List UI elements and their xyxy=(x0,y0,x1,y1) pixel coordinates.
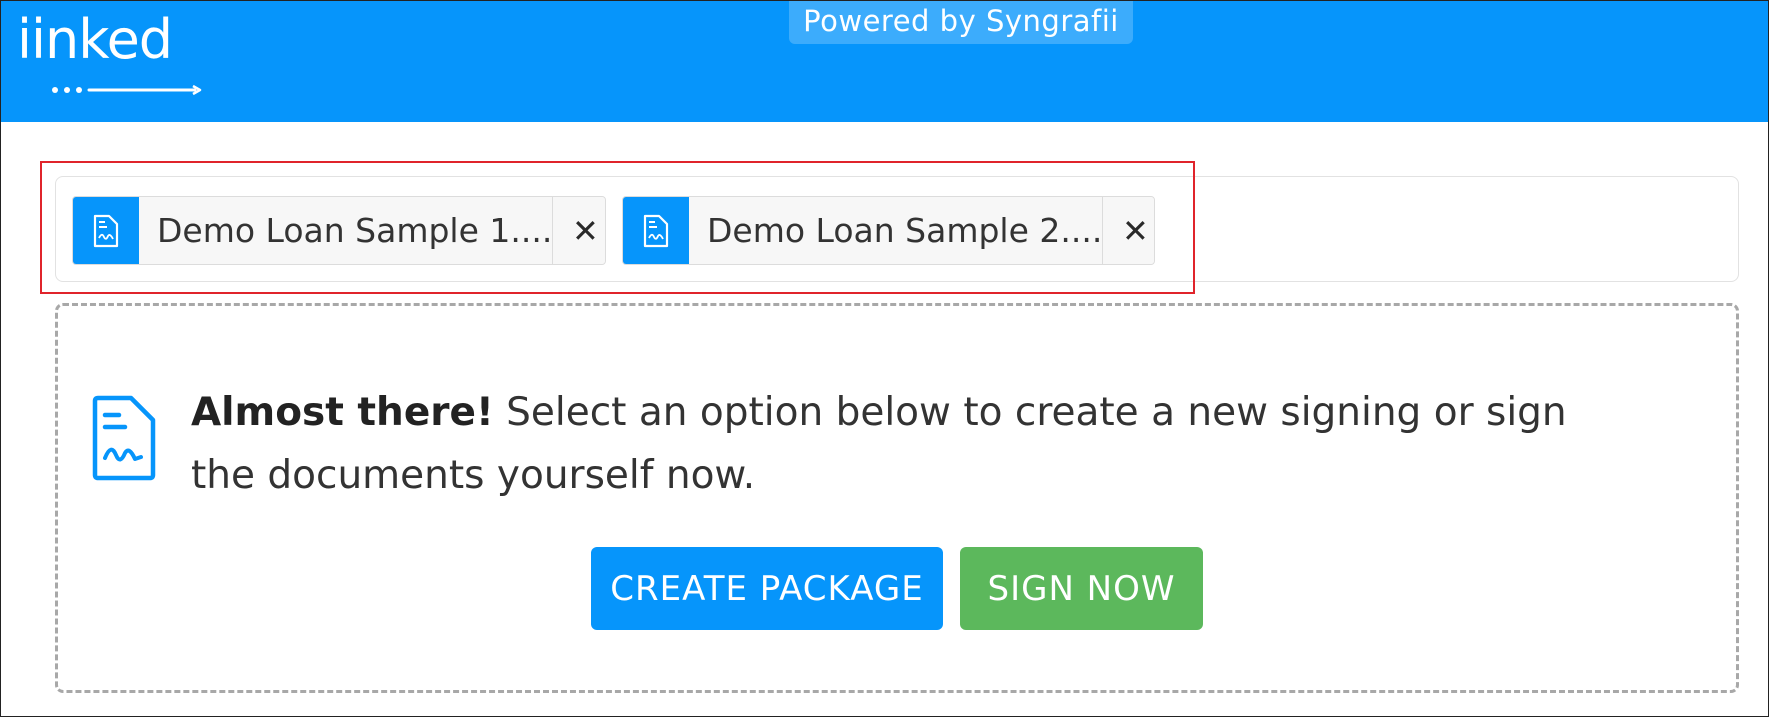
instruction-message: Almost there! Select an option below to … xyxy=(191,381,1591,507)
create-package-button[interactable]: CREATE PACKAGE xyxy=(591,547,943,630)
powered-by-badge: Powered by Syngrafii xyxy=(789,1,1133,44)
top-header: iinked Powered by Syngrafii xyxy=(1,1,1768,122)
logo-text: iinked xyxy=(17,8,173,71)
instruction-emphasis: Almost there! xyxy=(191,390,494,435)
logo-underline-icon xyxy=(52,84,202,96)
highlight-annotation xyxy=(40,161,1195,294)
app-window: iinked Powered by Syngrafii Demo Loan Sa… xyxy=(0,0,1769,717)
signed-document-icon xyxy=(92,395,156,481)
iinked-logo[interactable]: iinked xyxy=(17,13,202,99)
sign-now-button[interactable]: SIGN NOW xyxy=(960,547,1203,630)
